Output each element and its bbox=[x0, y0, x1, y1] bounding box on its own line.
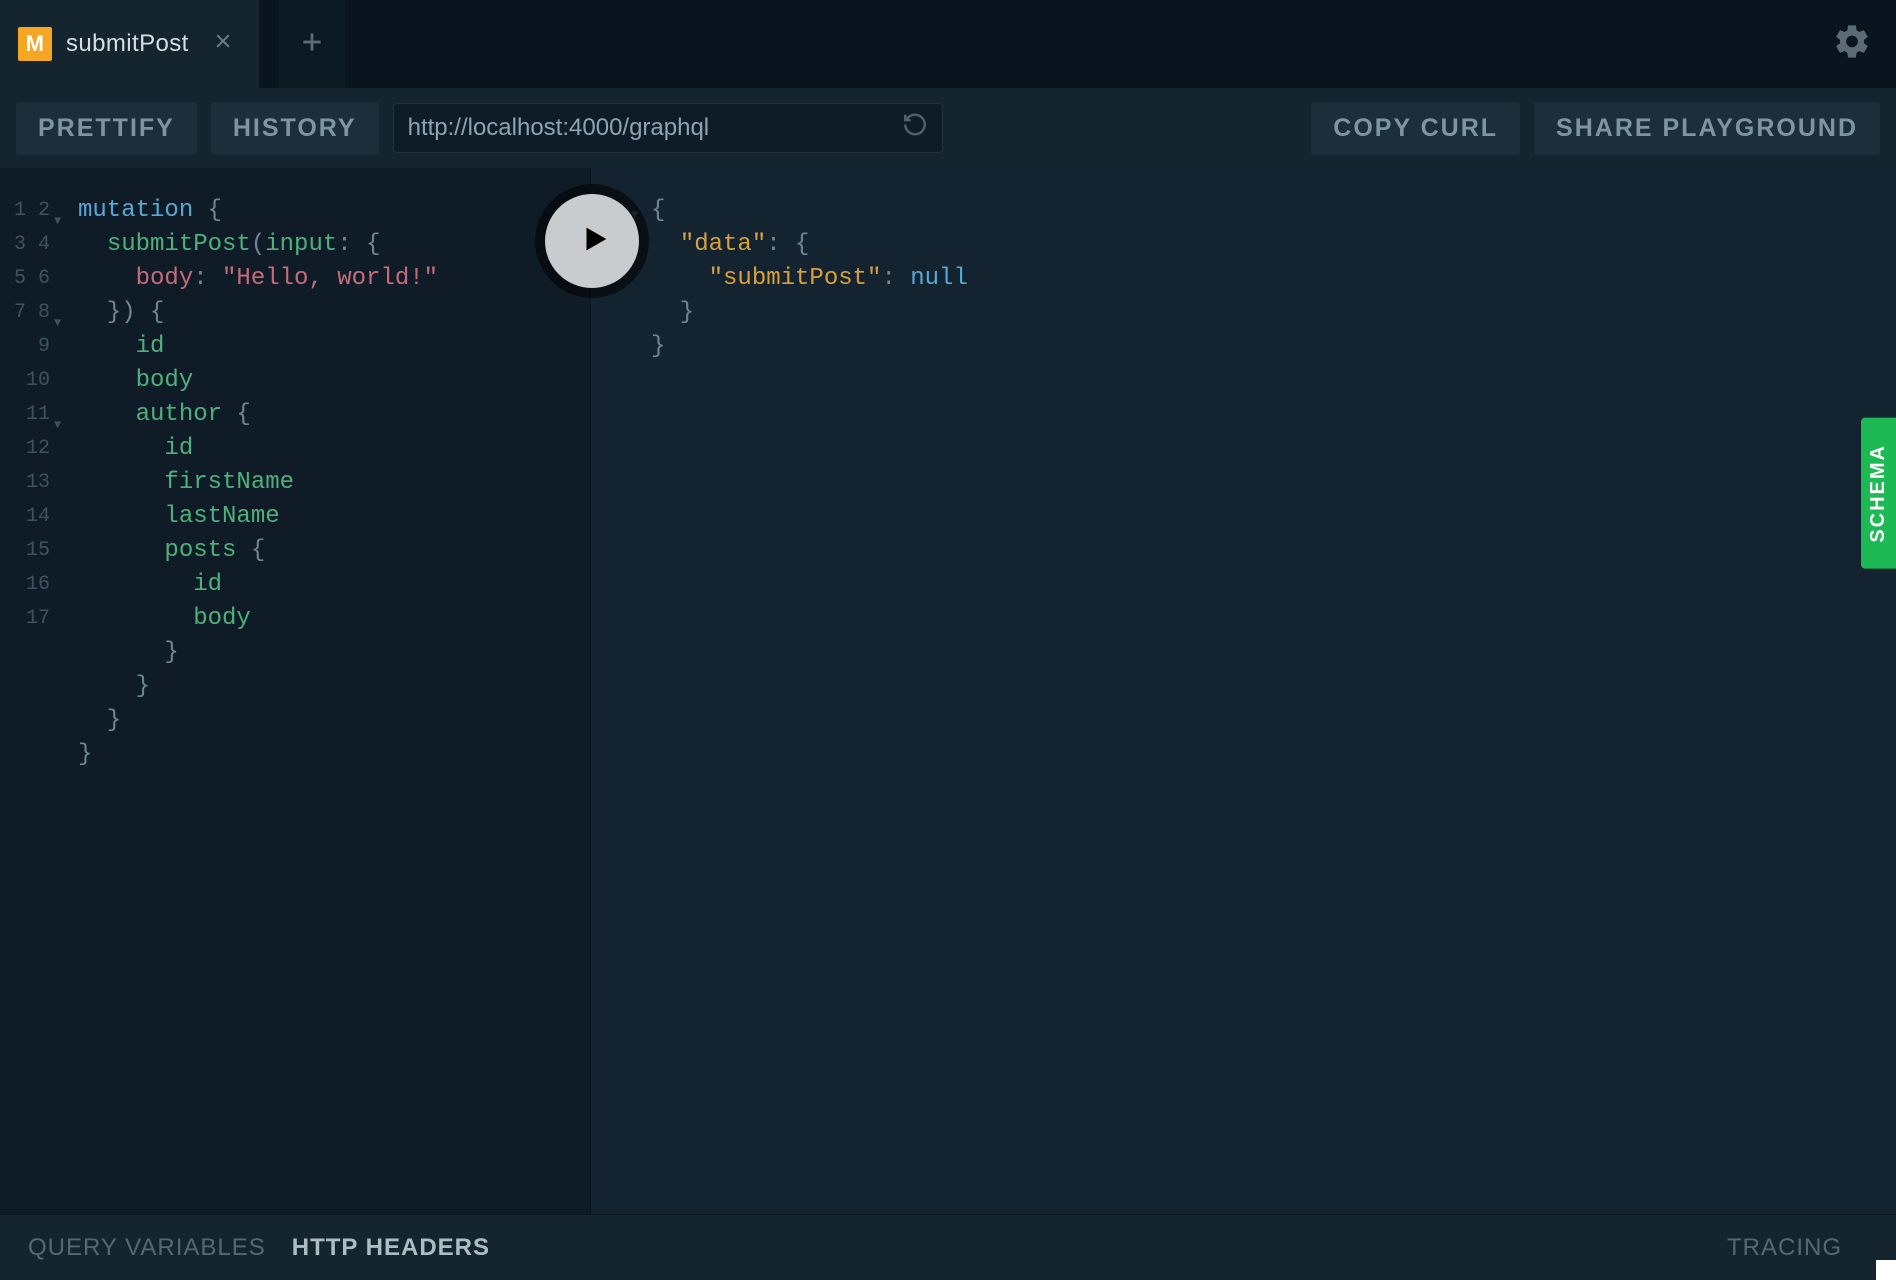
resize-corner[interactable] bbox=[1876, 1260, 1896, 1280]
history-button[interactable]: HISTORY bbox=[211, 102, 379, 155]
tab-bar: M submitPost bbox=[0, 0, 1896, 88]
tab-title: submitPost bbox=[66, 30, 189, 58]
main-area: 1 2 3 4 5 6 7 8 9 10 11 12 13 14 15 16 1… bbox=[0, 168, 1896, 1214]
plus-icon bbox=[299, 29, 325, 60]
toolbar: PRETTIFY HISTORY COPY CURL SHARE PLAYGRO… bbox=[0, 88, 1896, 168]
fold-icon[interactable]: ▼ bbox=[54, 306, 61, 340]
prettify-button[interactable]: PRETTIFY bbox=[16, 102, 197, 155]
play-icon bbox=[572, 222, 612, 261]
line-gutter: 1 2 3 4 5 6 7 8 9 10 11 12 13 14 15 16 1… bbox=[10, 194, 50, 636]
settings-button[interactable] bbox=[1832, 22, 1872, 67]
bottom-bar: QUERY VARIABLES HTTP HEADERS TRACING bbox=[0, 1214, 1896, 1280]
response-pane: ▼ { "data": { "submitPost": null }} bbox=[590, 168, 1896, 1214]
reload-icon[interactable] bbox=[902, 112, 928, 145]
new-tab-button[interactable] bbox=[279, 0, 345, 88]
tab-query-variables[interactable]: QUERY VARIABLES bbox=[28, 1234, 266, 1262]
tab-submitpost[interactable]: M submitPost bbox=[0, 0, 259, 88]
app-root: M submitPost PRETTIFY HISTORY COP bbox=[0, 0, 1896, 1280]
response-code: { "data": { "submitPost": null }} bbox=[651, 194, 1880, 364]
tab-http-headers[interactable]: HTTP HEADERS bbox=[292, 1234, 490, 1262]
copy-curl-button[interactable]: COPY CURL bbox=[1311, 102, 1520, 155]
endpoint-input[interactable] bbox=[408, 114, 928, 142]
mutation-badge-icon: M bbox=[18, 27, 52, 61]
fold-icon[interactable]: ▼ bbox=[54, 204, 61, 238]
query-editor[interactable]: 1 2 3 4 5 6 7 8 9 10 11 12 13 14 15 16 1… bbox=[0, 168, 590, 1214]
endpoint-field[interactable] bbox=[393, 103, 943, 153]
gear-icon bbox=[1832, 49, 1872, 66]
close-icon[interactable] bbox=[213, 31, 233, 57]
fold-icon[interactable]: ▼ bbox=[54, 408, 61, 442]
share-playground-button[interactable]: SHARE PLAYGROUND bbox=[1534, 102, 1880, 155]
tab-tracing[interactable]: TRACING bbox=[1727, 1234, 1842, 1262]
schema-tab[interactable]: SCHEMA bbox=[1861, 418, 1896, 569]
run-button[interactable] bbox=[545, 194, 639, 288]
query-code[interactable]: mutation { submitPost(input: { body: "He… bbox=[78, 194, 574, 772]
